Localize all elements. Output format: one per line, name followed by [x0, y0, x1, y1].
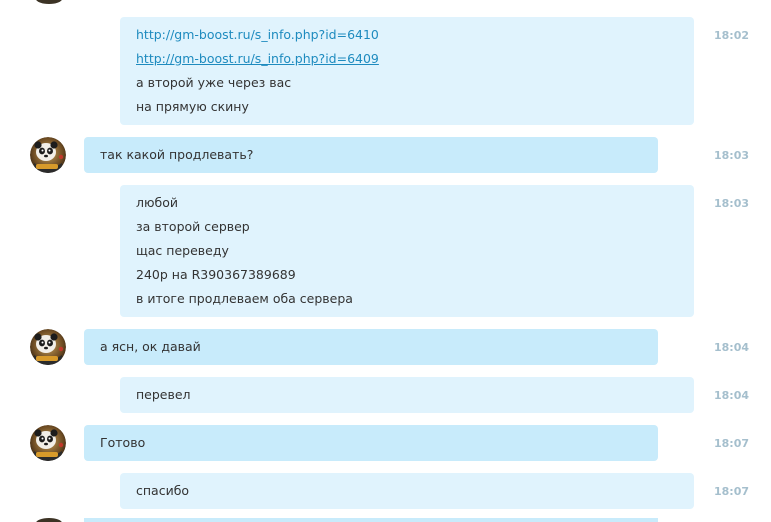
message-time: 18:07 — [714, 437, 750, 450]
message-text: спасибо — [136, 483, 190, 498]
message-bubble[interactable]: спасибо — [120, 473, 694, 509]
panda-avatar-icon — [30, 425, 66, 461]
clipped-message-bottom — [84, 518, 658, 522]
message-time: 18:04 — [714, 341, 750, 354]
message-bubble[interactable]: перевел — [120, 377, 694, 413]
message-text: Готово — [100, 435, 146, 450]
message-bubble[interactable]: http://gm-boost.ru/s_info.php?id=6410 htt… — [120, 17, 694, 125]
message-time: 18:03 — [714, 197, 750, 210]
message-text: в итоге продлеваем оба сервера — [136, 291, 353, 306]
message-bubble[interactable]: так какой продлевать? — [84, 137, 658, 173]
message-text: любой — [136, 195, 178, 210]
message-text: щас переведу — [136, 243, 229, 258]
message-link[interactable]: http://gm-boost.ru/s_info.php?id=6410 — [136, 23, 678, 47]
message-text: за второй сервер — [136, 219, 250, 234]
clipped-avatar-top — [36, 0, 62, 4]
message-time: 18:04 — [714, 389, 750, 402]
message-text: 240р на R390367389689 — [136, 267, 296, 282]
contact-avatar[interactable] — [30, 137, 66, 173]
message-link[interactable]: http://gm-boost.ru/s_info.php?id=6409 — [136, 47, 678, 71]
contact-avatar[interactable] — [30, 329, 66, 365]
message-text: на прямую скину — [136, 99, 249, 114]
clipped-avatar-bottom — [36, 518, 62, 522]
message-text: а второй уже через вас — [136, 75, 292, 90]
panda-avatar-icon — [30, 329, 66, 365]
message-time: 18:03 — [714, 149, 750, 162]
panda-avatar-icon — [30, 137, 66, 173]
message-bubble[interactable]: Готово — [84, 425, 658, 461]
message-bubble[interactable]: любой за второй сервер щас переведу 240р на… — [120, 185, 694, 317]
message-time: 18:07 — [714, 485, 750, 498]
message-text: перевел — [136, 387, 191, 402]
contact-avatar[interactable] — [30, 425, 66, 461]
message-time: 18:02 — [714, 29, 750, 42]
message-text: а ясн, ок давай — [100, 339, 201, 354]
message-bubble[interactable]: а ясн, ок давай — [84, 329, 658, 365]
message-text: так какой продлевать? — [100, 147, 254, 162]
chat-history: http://gm-boost.ru/s_info.php?id=6410 htt… — [0, 0, 771, 522]
